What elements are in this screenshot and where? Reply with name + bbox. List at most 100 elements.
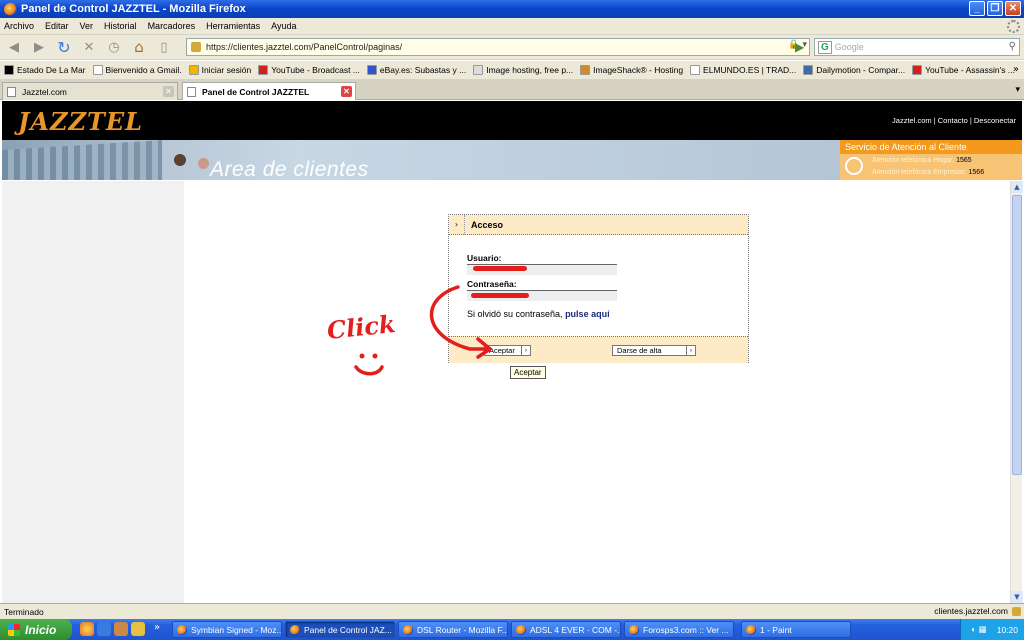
bookmark-item[interactable]: Estado De La Mar [4, 65, 86, 75]
tab-panel-control[interactable]: Panel de Control JAZZTEL ✕ [182, 82, 356, 100]
bookmark-item[interactable]: YouTube - Broadcast ... [258, 65, 360, 75]
tray-icons[interactable]: ◐ ▦ [971, 624, 987, 635]
scroll-up-icon[interactable]: ▲ [1011, 181, 1023, 193]
bookmarks-toolbar: Estado De La Mar Bienvenido a Gmail. Inici… [0, 61, 1024, 80]
taskbar-button[interactable]: 1 - Paint [741, 621, 851, 638]
page-content: JAZZTEL Jazztel.com | Contacto | Descone… [0, 101, 1024, 603]
paint-icon [746, 624, 756, 635]
tab-jazztel[interactable]: Jazztel.com ✕ [2, 82, 178, 100]
taskbar-label: DSL Router - Mozilla F... [417, 624, 508, 635]
quicklaunch-app2-icon[interactable] [131, 622, 145, 636]
go-icon[interactable]: ▶ [795, 40, 804, 54]
jazztel-logo[interactable]: JAZZTEL [18, 107, 143, 136]
customer-service-panel: Servicio de Atención al Cliente Atención… [840, 140, 1022, 180]
taskbar-label: Panel de Control JAZ... [304, 624, 392, 635]
google-engine-icon[interactable]: G [818, 40, 832, 54]
list-all-tabs-icon[interactable]: ▾ [1015, 85, 1020, 95]
scroll-down-icon[interactable]: ▼ [1011, 591, 1023, 603]
imageshack-icon [473, 65, 484, 75]
menu-archivo[interactable]: Archivo [4, 21, 34, 31]
tab-strip: Jazztel.com ✕ Panel de Control JAZZTEL ✕… [0, 80, 1024, 100]
lock-icon[interactable] [1012, 607, 1021, 616]
bookmark-label: Dailymotion - Compar... [816, 65, 906, 75]
window-title: Panel de Control JAZZTEL - Mozilla Firef… [21, 3, 246, 15]
youtube-icon [912, 65, 923, 75]
home-number: 1565 [956, 157, 972, 164]
site-header: JAZZTEL Jazztel.com | Contacto | Descone… [2, 101, 1022, 140]
login-title: Acceso [471, 219, 504, 230]
search-bar[interactable]: G Google ⚲ [814, 38, 1020, 56]
back-button[interactable]: ◀ [4, 37, 24, 57]
tab-close-icon[interactable]: ✕ [163, 86, 174, 97]
bookmark-item[interactable]: Dailymotion - Compar... [803, 65, 905, 75]
url-bar[interactable]: https://clientes.jazztel.com/PanelContro… [186, 38, 810, 56]
chevron-right-icon: › [521, 346, 530, 355]
taskbar-button[interactable]: ADSL 4 EVER · COM -... [511, 621, 621, 638]
forgot-password-link[interactable]: pulse aquí [565, 309, 610, 319]
close-button[interactable]: ✕ [1005, 1, 1021, 16]
window-titlebar[interactable]: Panel de Control JAZZTEL - Mozilla Firef… [0, 0, 1024, 18]
status-host: clientes.jazztel.com [934, 606, 1008, 616]
bookmark-item[interactable]: eBay.es: Subastas y ... [366, 65, 467, 75]
bookmark-item[interactable]: Image hosting, free p... [473, 65, 573, 75]
taskbar-button[interactable]: Panel de Control JAZ... [285, 621, 395, 638]
site-banner: Area de clientes [2, 140, 840, 180]
history-clock-icon[interactable]: ◷ [104, 37, 124, 57]
status-bar: Terminado clientes.jazztel.com [0, 603, 1024, 619]
bookmark-item[interactable]: Bienvenido a Gmail. [92, 65, 182, 75]
taskbar-button[interactable]: Symbian Signed - Moz... [172, 621, 282, 638]
menu-historial[interactable]: Historial [104, 21, 137, 31]
taskbar-button[interactable]: Forosps3.com :: Ver ... [624, 621, 734, 638]
bookmark-label: Estado De La Mar [17, 65, 86, 75]
start-button[interactable]: Inicio [0, 619, 72, 640]
home-button[interactable]: ⌂ [129, 37, 149, 57]
register-button[interactable]: Darse de alta › [612, 345, 696, 356]
menu-herramientas[interactable]: Herramientas [206, 21, 260, 31]
search-icon[interactable]: ⚲ [1009, 41, 1016, 52]
tab-close-icon[interactable]: ✕ [341, 86, 352, 97]
left-panel [2, 181, 184, 603]
scroll-thumb[interactable] [1012, 195, 1022, 475]
annotation-smiley-eye [372, 353, 378, 359]
page-scrollbar[interactable]: ▲ ▼ [1010, 181, 1023, 603]
business-number: 1566 [968, 169, 985, 176]
menu-ayuda[interactable]: Ayuda [271, 21, 296, 31]
menu-editar[interactable]: Editar [45, 21, 69, 31]
banner-title: Area de clientes [210, 158, 369, 180]
annotation-smiley-mouth [354, 365, 384, 376]
menu-ver[interactable]: Ver [80, 21, 94, 31]
system-tray: ◐ ▦ 10:20 [960, 619, 1024, 640]
service-home-row: Atención telefónica Hogar: 1565 [872, 157, 972, 164]
bookmark-item[interactable]: ImageShack® - Hosting [580, 65, 683, 75]
window-controls: _ ❐ ✕ [969, 1, 1021, 16]
username-label: Usuario: [467, 253, 502, 263]
header-links[interactable]: Jazztel.com | Contacto | Desconectar [892, 116, 1016, 125]
firefox-icon [403, 624, 413, 635]
quicklaunch-app-icon[interactable] [114, 622, 128, 636]
bookmarks-overflow-icon[interactable]: » [1013, 64, 1019, 75]
youtube-icon [258, 65, 269, 75]
bookmark-item[interactable]: Iniciar sesión [188, 65, 252, 75]
forward-button[interactable]: ▶ [29, 37, 49, 57]
taskbar-button[interactable]: DSL Router - Mozilla F... [398, 621, 508, 638]
stop-button[interactable]: ✕ [79, 37, 99, 57]
bookmark-label: YouTube - Assassin's ... [925, 65, 1015, 75]
chevron-right-icon: › [449, 214, 465, 235]
bookmark-item[interactable]: YouTube - Assassin's ... [912, 65, 1015, 75]
firefox-icon [290, 624, 300, 635]
bookmark-label: Iniciar sesión [201, 65, 252, 75]
menu-marcadores[interactable]: Marcadores [148, 21, 196, 31]
bookmarks-sidebar-icon[interactable]: ▯ [154, 37, 174, 57]
url-text: https://clientes.jazztel.com/PanelContro… [206, 42, 403, 52]
quicklaunch-firefox-icon[interactable] [80, 622, 94, 636]
quicklaunch-more-icon[interactable]: » [154, 622, 168, 636]
taskbar-label: 1 - Paint [760, 624, 792, 635]
frog-icon [580, 65, 591, 75]
maximize-button[interactable]: ❐ [987, 1, 1003, 16]
bookmark-label: eBay.es: Subastas y ... [379, 65, 467, 75]
quicklaunch-ie-icon[interactable] [97, 622, 111, 636]
phone-icon [845, 157, 863, 175]
reload-button[interactable]: ↻ [54, 37, 74, 57]
bookmark-item[interactable]: ELMUNDO.ES | TRAD... [690, 65, 796, 75]
minimize-button[interactable]: _ [969, 1, 985, 16]
